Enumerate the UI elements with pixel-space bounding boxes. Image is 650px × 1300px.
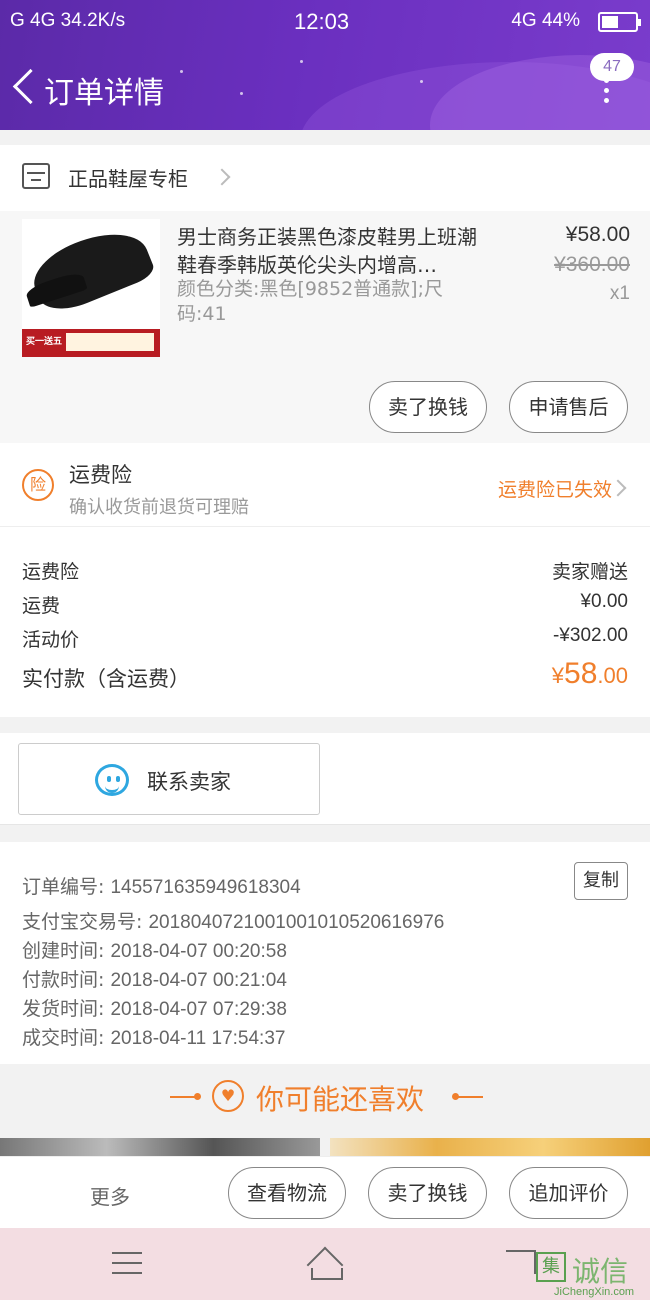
- battery-icon: [598, 12, 641, 32]
- resell-button[interactable]: 卖了换钱: [369, 381, 487, 433]
- watermark-text: 诚信: [572, 1255, 629, 1288]
- product-quantity: x1: [609, 283, 630, 304]
- fee-summary: 运费险 卖家赠送 运费 ¥0.00 活动价 -¥302.00 实付款（含运费） …: [0, 527, 650, 717]
- product-sku: 颜色分类:黑色[9852普通款];尺码:41: [177, 278, 443, 325]
- insurance-title: 运费险: [69, 463, 132, 487]
- created-time-row: 创建时间: 2018-04-07 00:20:58: [22, 936, 287, 963]
- fee-label: 运费: [22, 595, 61, 617]
- fee-row: 运费险 卖家赠送: [22, 557, 628, 584]
- divider-dot: [194, 1093, 201, 1100]
- watermark-icon: 集: [536, 1252, 566, 1282]
- back-icon[interactable]: [10, 66, 40, 106]
- fee-label: 活动价: [22, 629, 80, 651]
- fee-row: 活动价 -¥302.00: [22, 625, 628, 652]
- fee-value: -¥302.00: [552, 625, 628, 646]
- info-label: 成交时间:: [22, 1027, 111, 1049]
- system-nav-bar: 集 诚信 JiChengXin.com: [0, 1228, 650, 1300]
- info-value: 2018-04-07 00:20:58: [110, 941, 287, 962]
- header-bar: G 4G 34.2K/s 12:03 4G 44% 订单详情 47: [0, 0, 650, 130]
- recommend-item-image[interactable]: [0, 1138, 320, 1158]
- info-value: 2018-04-07 07:29:38: [110, 999, 287, 1020]
- info-value: 145571635949618304: [110, 877, 301, 898]
- shop-row[interactable]: 正品鞋屋专柜: [0, 145, 650, 211]
- info-label: 发货时间:: [22, 998, 111, 1020]
- resell-bottom-button[interactable]: 卖了换钱: [368, 1167, 487, 1219]
- info-value: 2018-04-07 00:21:04: [110, 970, 287, 991]
- product-original-price: ¥360.00: [554, 253, 630, 276]
- fee-value: 卖家赠送: [551, 562, 628, 583]
- contact-seller-label: 联系卖家: [147, 770, 231, 794]
- status-network: G 4G 34.2K/s: [10, 10, 126, 31]
- shop-name: 正品鞋屋专柜: [68, 167, 188, 191]
- promo-text: 买一送五: [26, 337, 63, 347]
- info-label: 支付宝交易号:: [22, 911, 149, 933]
- shoe-shape: [25, 219, 157, 319]
- total-row: 实付款（含运费） ¥58.00: [22, 657, 628, 693]
- status-time: 12:03: [294, 9, 350, 34]
- product-item[interactable]: 买一送五 男士商务正装黑色漆皮鞋男上班潮鞋春季韩版英伦尖头内增高… 颜色分类:黑…: [0, 211, 650, 443]
- watermark-logo: 集 诚信 JiChengXin.com: [532, 1248, 650, 1300]
- total-integer: 58: [564, 657, 598, 690]
- info-value: 2018-04-11 17:54:37: [110, 1028, 286, 1049]
- fee-label: 运费险: [22, 561, 80, 583]
- menu-icon[interactable]: [112, 1252, 142, 1274]
- status-bar: G 4G 34.2K/s 12:03 4G 44%: [0, 0, 650, 44]
- header-star: [300, 60, 303, 63]
- header-star: [240, 92, 243, 95]
- total-decimal: .00: [597, 663, 628, 688]
- contact-seller-button[interactable]: 联系卖家: [18, 743, 320, 815]
- recommend-title: 你可能还喜欢: [256, 1083, 425, 1116]
- watermark-url: JiChengXin.com: [554, 1286, 635, 1298]
- chat-smile-icon: [95, 764, 129, 796]
- info-label: 订单编号:: [22, 876, 111, 898]
- message-badge[interactable]: 47: [590, 53, 634, 81]
- total-value: ¥58.00: [552, 657, 628, 691]
- header-star: [420, 80, 423, 83]
- insurance-icon: 险: [22, 469, 54, 501]
- product-image[interactable]: 买一送五: [22, 219, 160, 357]
- status-battery-text: 4G 44%: [511, 10, 580, 31]
- alipay-number-row: 支付宝交易号: 2018040721001001010520616976: [22, 907, 444, 934]
- info-value: 2018040721001001010520616976: [148, 912, 445, 933]
- promo-strip: 买一送五: [22, 329, 160, 357]
- info-label: 创建时间:: [22, 940, 111, 962]
- product-price: ¥58.00: [565, 223, 630, 246]
- product-title: 男士商务正装黑色漆皮鞋男上班潮鞋春季韩版英伦尖头内增高…: [177, 225, 477, 277]
- insurance-status: 运费险已失效: [497, 479, 612, 501]
- header-star: [180, 70, 183, 73]
- page-title: 订单详情: [44, 76, 164, 111]
- recommend-header: ♥ 你可能还喜欢: [0, 1066, 650, 1128]
- view-logistics-button[interactable]: 查看物流: [228, 1167, 346, 1219]
- fee-row: 运费 ¥0.00: [22, 591, 628, 618]
- after-sale-button[interactable]: 申请售后: [509, 381, 628, 433]
- shipping-insurance-row[interactable]: 险 运费险 确认收货前退货可理赔 运费险已失效: [0, 443, 650, 527]
- more-vertical-icon[interactable]: [596, 78, 616, 108]
- copy-button[interactable]: 复制: [574, 862, 628, 900]
- completed-time-row: 成交时间: 2018-04-11 17:54:37: [22, 1023, 285, 1050]
- more-button[interactable]: 更多: [90, 1181, 130, 1210]
- recommend-item-image[interactable]: [330, 1138, 650, 1158]
- insurance-subtitle: 确认收货前退货可理赔: [69, 497, 249, 518]
- total-label: 实付款（含运费）: [22, 667, 190, 691]
- order-info: 复制 订单编号: 145571635949618304 支付宝交易号: 2018…: [0, 842, 650, 1064]
- add-review-button[interactable]: 追加评价: [509, 1167, 628, 1219]
- fee-value: ¥0.00: [580, 591, 628, 612]
- chevron-right-icon: [609, 479, 627, 497]
- chevron-right-icon: [213, 168, 231, 186]
- bottom-action-bar: 更多 查看物流 卖了换钱 追加评价: [0, 1156, 650, 1228]
- shop-icon: [22, 163, 50, 189]
- total-currency: ¥: [551, 663, 565, 688]
- heart-icon: ♥: [212, 1080, 244, 1112]
- order-number-row: 订单编号: 145571635949618304: [22, 872, 301, 899]
- info-label: 付款时间:: [22, 969, 111, 991]
- recommend-preview: [0, 1138, 650, 1158]
- contact-section: 联系卖家: [0, 733, 650, 825]
- paid-time-row: 付款时间: 2018-04-07 00:21:04: [22, 965, 287, 992]
- home-icon[interactable]: [305, 1248, 345, 1280]
- shipped-time-row: 发货时间: 2018-04-07 07:29:38: [22, 994, 287, 1021]
- divider-line: [455, 1096, 483, 1098]
